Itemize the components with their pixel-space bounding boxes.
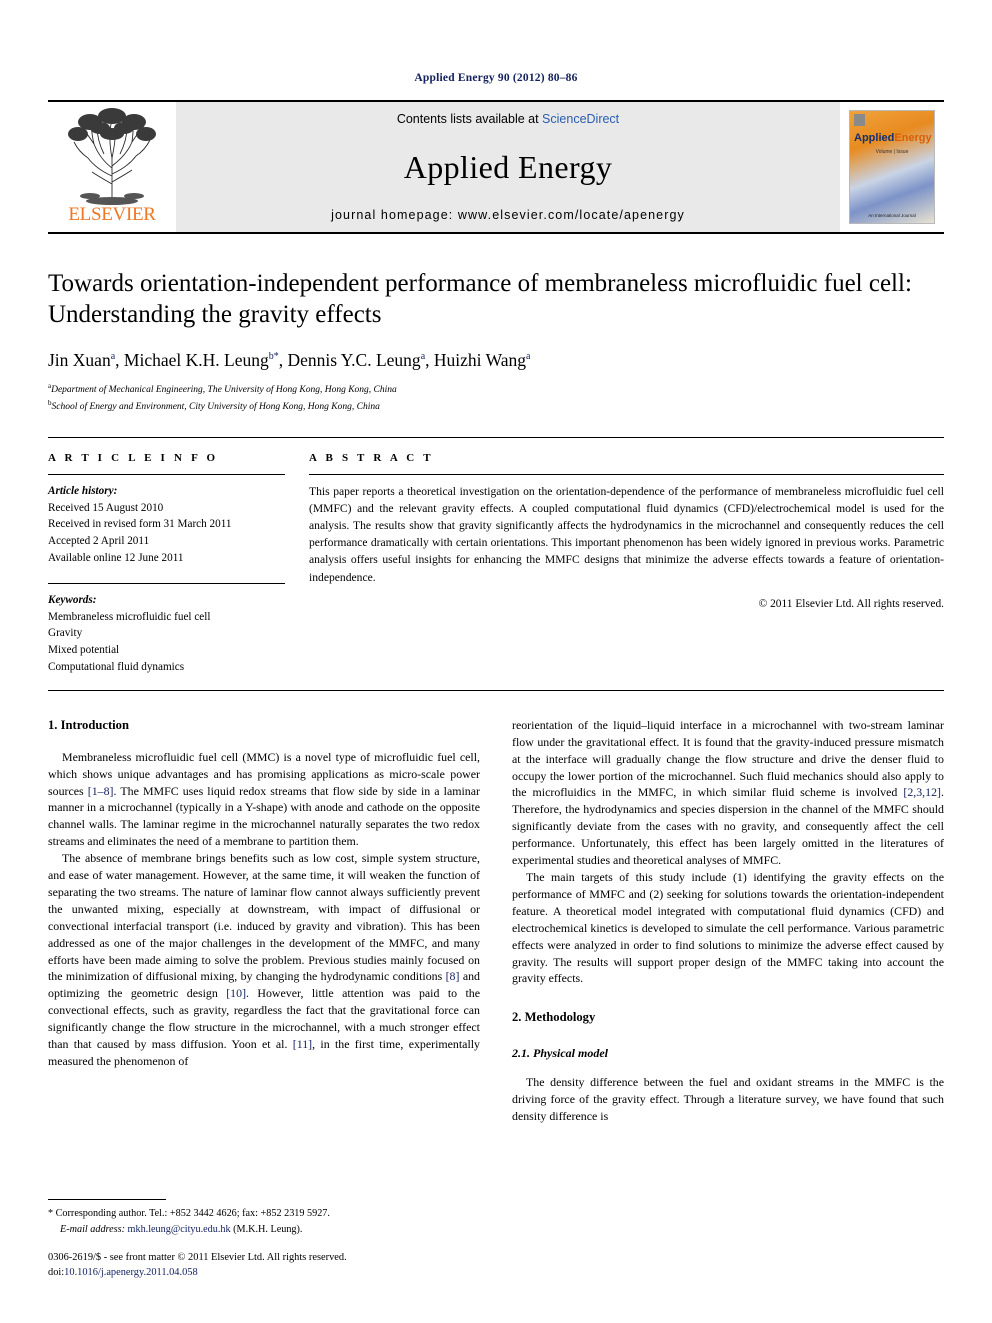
keyword-item: Computational fluid dynamics (48, 661, 185, 674)
article-info-column: A R T I C L E I N F O Article history: R… (48, 452, 301, 676)
article-history-group: Article history: Received 15 August 2010… (48, 483, 285, 567)
keyword-item: Gravity (48, 627, 83, 640)
paragraph-text: The absence of membrane brings benefits … (48, 851, 480, 984)
affiliation-text: School of Energy and Environment, City U… (51, 402, 380, 413)
elsevier-tree-icon (68, 108, 156, 205)
citation-link[interactable]: [2,3,12] (903, 785, 941, 799)
email-link[interactable]: mkh.leung@cityu.edu.hk (128, 1224, 231, 1235)
email-label: E-mail address: (60, 1223, 125, 1235)
article-history-item: Available online 12 June 2011 (48, 552, 184, 565)
keywords-rule (48, 582, 285, 584)
journal-cover-thumbnail: AppliedEnergy Volume | Issue An Internat… (840, 102, 944, 232)
citation-link[interactable]: [10] (226, 986, 246, 1000)
citation-link[interactable]: [11] (293, 1037, 312, 1051)
elsevier-wordmark: ELSEVIER (68, 204, 156, 225)
section-heading-introduction: 1. Introduction (48, 717, 129, 732)
author-affil-mark: a (420, 351, 426, 363)
paper-title: Towards orientation-independent performa… (48, 270, 912, 328)
citation-link[interactable]: [8] (446, 969, 460, 983)
paragraph: The density difference between the fuel … (512, 1075, 944, 1124)
running-head: Applied Energy 90 (2012) 80–86 (414, 72, 578, 84)
email-suffix: (M.K.H. Leung). (233, 1223, 303, 1235)
cover-footer-text: An International Journal (868, 213, 916, 219)
footnote-rule (48, 1199, 166, 1201)
citation-link[interactable]: [1–8] (88, 784, 114, 798)
author-name: Jin Xuan (48, 350, 111, 370)
paragraph: reorientation of the liquid–liquid inter… (512, 717, 944, 869)
author-affil-mark: b* (268, 351, 279, 363)
author-name: Huizhi Wang (433, 350, 526, 370)
contents-available-line: Contents lists available at ScienceDirec… (397, 112, 619, 126)
left-column: 1. Introduction Membraneless microfluidi… (48, 717, 480, 1217)
affiliation-item: bSchool of Energy and Environment, City … (48, 398, 944, 415)
section-heading-methodology: 2. Methodology (512, 1010, 596, 1025)
cover-badge-icon (854, 114, 865, 126)
cover-title-part2: Energy (894, 132, 932, 144)
abstract-text: This paper reports a theoretical investi… (309, 484, 944, 584)
right-column-content: reorientation of the liquid–liquid inter… (512, 717, 944, 1125)
left-column-content: 1. Introduction Membraneless microfluidi… (48, 717, 480, 1070)
article-info-abstract-panel: A R T I C L E I N F O Article history: R… (48, 436, 944, 691)
keyword-item: Membraneless microfluidic fuel cell (48, 610, 211, 623)
journal-masthead: ELSEVIER Contents lists available at Sci… (48, 100, 944, 234)
paragraph: The absence of membrane brings benefits … (48, 850, 480, 1070)
cover-title: AppliedEnergy (854, 132, 932, 144)
article-history-item: Accepted 2 April 2011 (48, 535, 150, 548)
author-name: Dennis Y.C. Leung (287, 350, 421, 370)
paragraph: Membraneless microfluidic fuel cell (MMC… (48, 749, 480, 850)
cover-title-part1: Applied (854, 132, 895, 144)
article-history-label: Article history: (48, 484, 118, 497)
author-item: Huizhi Wanga (434, 350, 531, 370)
author-affil-mark: a (525, 351, 531, 363)
affiliation-item: aDepartment of Mechanical Engineering, T… (48, 381, 944, 398)
article-info-heading: A R T I C L E I N F O (48, 451, 219, 464)
paper-page: Applied Energy 90 (2012) 80–86 ELSEVIER … (0, 0, 992, 1323)
doi-label: doi: (48, 1267, 65, 1279)
abstract-heading: A B S T R A C T (309, 451, 434, 464)
sciencedirect-link[interactable]: ScienceDirect (542, 112, 619, 126)
subsection-heading-physical-model: 2.1. Physical model (512, 1046, 608, 1061)
author-item: Jin Xuana (48, 350, 115, 370)
affiliation-list: aDepartment of Mechanical Engineering, T… (48, 381, 944, 415)
author-list: Jin Xuana, Michael K.H. Leungb*, Dennis … (48, 350, 531, 370)
title-block: Towards orientation-independent performa… (48, 268, 944, 415)
paragraph: The main targets of this study include (… (512, 869, 944, 986)
keywords-group: Keywords: Membraneless microfluidic fuel… (48, 592, 285, 676)
abstract-rule (309, 473, 944, 475)
article-history-item: Received in revised form 31 March 2011 (48, 518, 232, 531)
masthead-center: Contents lists available at ScienceDirec… (176, 102, 840, 232)
corresponding-author-footnote: * Corresponding author. Tel.: +852 3442 … (48, 1199, 448, 1237)
journal-title: Applied Energy (403, 148, 613, 185)
author-item: Dennis Y.C. Leunga (287, 350, 425, 370)
issn-copyright-line: 0306-2619/$ - see front matter © 2011 El… (48, 1251, 347, 1263)
doi-link[interactable]: 10.1016/j.apenergy.2011.04.058 (64, 1267, 198, 1278)
author-item: Michael K.H. Leungb* (124, 350, 279, 370)
keywords-label: Keywords: (48, 593, 97, 606)
abstract-column: A B S T R A C T This paper reports a the… (301, 452, 944, 676)
cover-subtitle: Volume | Issue (875, 149, 909, 155)
right-column: reorientation of the liquid–liquid inter… (512, 717, 944, 1217)
article-history-item: Received 15 August 2010 (48, 501, 164, 514)
paragraph-text: reorientation of the liquid–liquid inter… (512, 717, 944, 800)
footnote-corresponding-line: * Corresponding author. Tel.: +852 3442 … (48, 1208, 330, 1220)
author-name: Michael K.H. Leung (123, 350, 269, 370)
affiliation-text: Department of Mechanical Engineering, Th… (51, 385, 397, 396)
page-footer: 0306-2619/$ - see front matter © 2011 El… (48, 1250, 468, 1281)
keyword-item: Mixed potential (48, 644, 120, 657)
abstract-copyright: © 2011 Elsevier Ltd. All rights reserved… (758, 597, 944, 610)
doi-line: doi:10.1016/j.apenergy.2011.04.058 (48, 1265, 468, 1281)
contents-prefix: Contents lists available at (396, 112, 543, 126)
cover-art: AppliedEnergy Volume | Issue An Internat… (849, 110, 935, 224)
body-columns: 1. Introduction Membraneless microfluidi… (48, 717, 944, 1217)
elsevier-logo: ELSEVIER (48, 102, 176, 232)
article-info-rule (48, 473, 285, 475)
author-affil-mark: a (110, 351, 116, 363)
paragraph-text: . The MMFC uses liquid redox streams tha… (48, 783, 480, 849)
journal-homepage-link[interactable]: journal homepage: www.elsevier.com/locat… (331, 208, 685, 222)
footnote-email-line: E-mail address: mkh.leung@cityu.edu.hk (… (48, 1222, 448, 1237)
